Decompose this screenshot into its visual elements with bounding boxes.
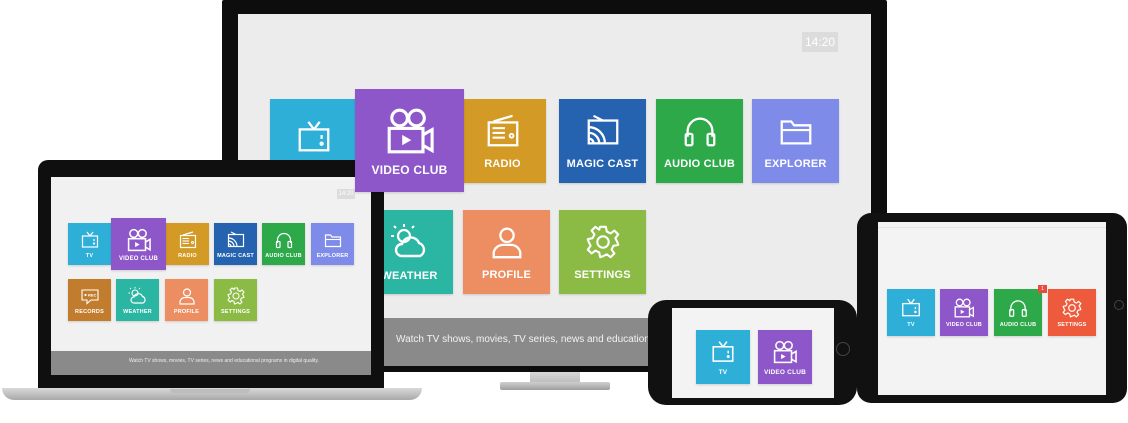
phone-screen: TV VIDEO CLUB: [672, 308, 834, 398]
video-camera-icon: [126, 227, 152, 253]
user-icon: [488, 223, 526, 261]
tile-label: VIDEO CLUB: [118, 255, 158, 262]
tile-label: EXPLORER: [764, 158, 827, 170]
tile-profile[interactable]: PROFILE: [165, 279, 208, 321]
headphones-icon: [274, 230, 294, 250]
radio-icon: [178, 230, 198, 250]
tile-explorer[interactable]: EXPLORER: [311, 223, 354, 265]
tv-stand-base: [500, 382, 610, 390]
tile-label: AUDIO CLUB: [999, 322, 1037, 328]
weather-icon: [128, 286, 148, 306]
cast-icon: [226, 230, 246, 250]
weather-icon: [390, 222, 430, 262]
tile-label: AUDIO CLUB: [265, 252, 302, 259]
video-camera-icon: [953, 297, 975, 319]
clock: 14:20: [802, 32, 838, 52]
headphones-icon: [1007, 297, 1029, 319]
tile-label: RADIO: [484, 158, 521, 170]
tile-magic-cast[interactable]: MAGIC CAST: [214, 223, 257, 265]
tile-settings[interactable]: SETTINGS: [214, 279, 257, 321]
tile-audio-club[interactable]: AUDIO CLUB: [656, 99, 743, 183]
tile-records[interactable]: RECORDS: [68, 279, 111, 321]
tile-label: RECORDS: [75, 308, 104, 315]
tablet-screen: TV VIDEO CLUB AUDIO CLUB SETTINGS: [878, 222, 1106, 395]
video-camera-icon: [772, 339, 798, 365]
home-button[interactable]: [1114, 300, 1124, 310]
tile-video-club[interactable]: VIDEO CLUB: [758, 330, 812, 384]
tile-label: SETTINGS: [220, 308, 251, 315]
tile-label: TV: [907, 322, 915, 328]
tile-weather[interactable]: WEATHER: [116, 279, 159, 321]
tile-label: VIDEO CLUB: [371, 162, 448, 177]
laptop-notch: [170, 389, 250, 393]
gear-icon: [226, 286, 246, 306]
user-icon: [177, 286, 197, 306]
tile-label: WEATHER: [381, 270, 438, 282]
tile-tv[interactable]: TV: [696, 330, 750, 384]
tile-tv[interactable]: TV: [68, 223, 111, 265]
tile-settings[interactable]: SETTINGS: [559, 210, 646, 294]
status-bar: [878, 222, 1106, 228]
tile-radio[interactable]: RADIO: [459, 99, 546, 183]
rec-icon: [80, 286, 100, 306]
notification-badge: 1: [1038, 285, 1047, 293]
tile-explorer[interactable]: EXPLORER: [752, 99, 839, 183]
cast-icon: [584, 112, 622, 150]
gear-icon: [584, 223, 622, 261]
description-bar: Watch TV shows, movies, TV series, news …: [51, 351, 371, 375]
tile-label: WEATHER: [123, 308, 152, 315]
tile-label: RADIO: [178, 252, 197, 259]
tile-video-club[interactable]: VIDEO CLUB: [940, 289, 988, 336]
tile-label: EXPLORER: [316, 252, 349, 259]
tile-video-club[interactable]: VIDEO CLUB: [111, 218, 166, 270]
gear-icon: [1061, 297, 1083, 319]
tile-label: TV: [718, 368, 728, 376]
tile-tv[interactable]: TV: [887, 289, 935, 336]
tile-label: SETTINGS: [1057, 322, 1087, 328]
video-camera-icon: [384, 105, 436, 157]
folder-icon: [777, 112, 815, 150]
tile-audio-club[interactable]: AUDIO CLUB: [994, 289, 1042, 336]
tile-label: SETTINGS: [574, 269, 631, 281]
tile-label: TV: [85, 252, 94, 259]
tv-icon: [80, 230, 100, 250]
laptop-screen: 14:20 TV RADIO MAGIC CAST AUDIO CLUB EXP…: [51, 177, 371, 375]
tile-label: PROFILE: [173, 308, 200, 315]
tv-icon: [710, 339, 736, 365]
tile-label: MAGIC CAST: [566, 158, 639, 170]
tile-audio-club[interactable]: AUDIO CLUB: [262, 223, 305, 265]
tile-magic-cast[interactable]: MAGIC CAST: [559, 99, 646, 183]
tv-icon: [295, 118, 333, 156]
folder-icon: [323, 230, 343, 250]
clock: 14:20: [337, 189, 355, 199]
tile-radio[interactable]: RADIO: [166, 223, 209, 265]
tv-icon: [900, 297, 922, 319]
radio-icon: [484, 112, 522, 150]
tile-label: AUDIO CLUB: [663, 158, 736, 170]
tile-settings[interactable]: SETTINGS: [1048, 289, 1096, 336]
tile-profile[interactable]: PROFILE: [463, 210, 550, 294]
tile-label: MAGIC CAST: [217, 252, 254, 259]
headphones-icon: [681, 112, 719, 150]
home-button[interactable]: [836, 342, 850, 356]
tile-video-club[interactable]: VIDEO CLUB: [355, 89, 464, 192]
tile-label: PROFILE: [481, 269, 532, 281]
tile-label: VIDEO CLUB: [763, 368, 807, 376]
tile-label: VIDEO CLUB: [946, 322, 982, 328]
